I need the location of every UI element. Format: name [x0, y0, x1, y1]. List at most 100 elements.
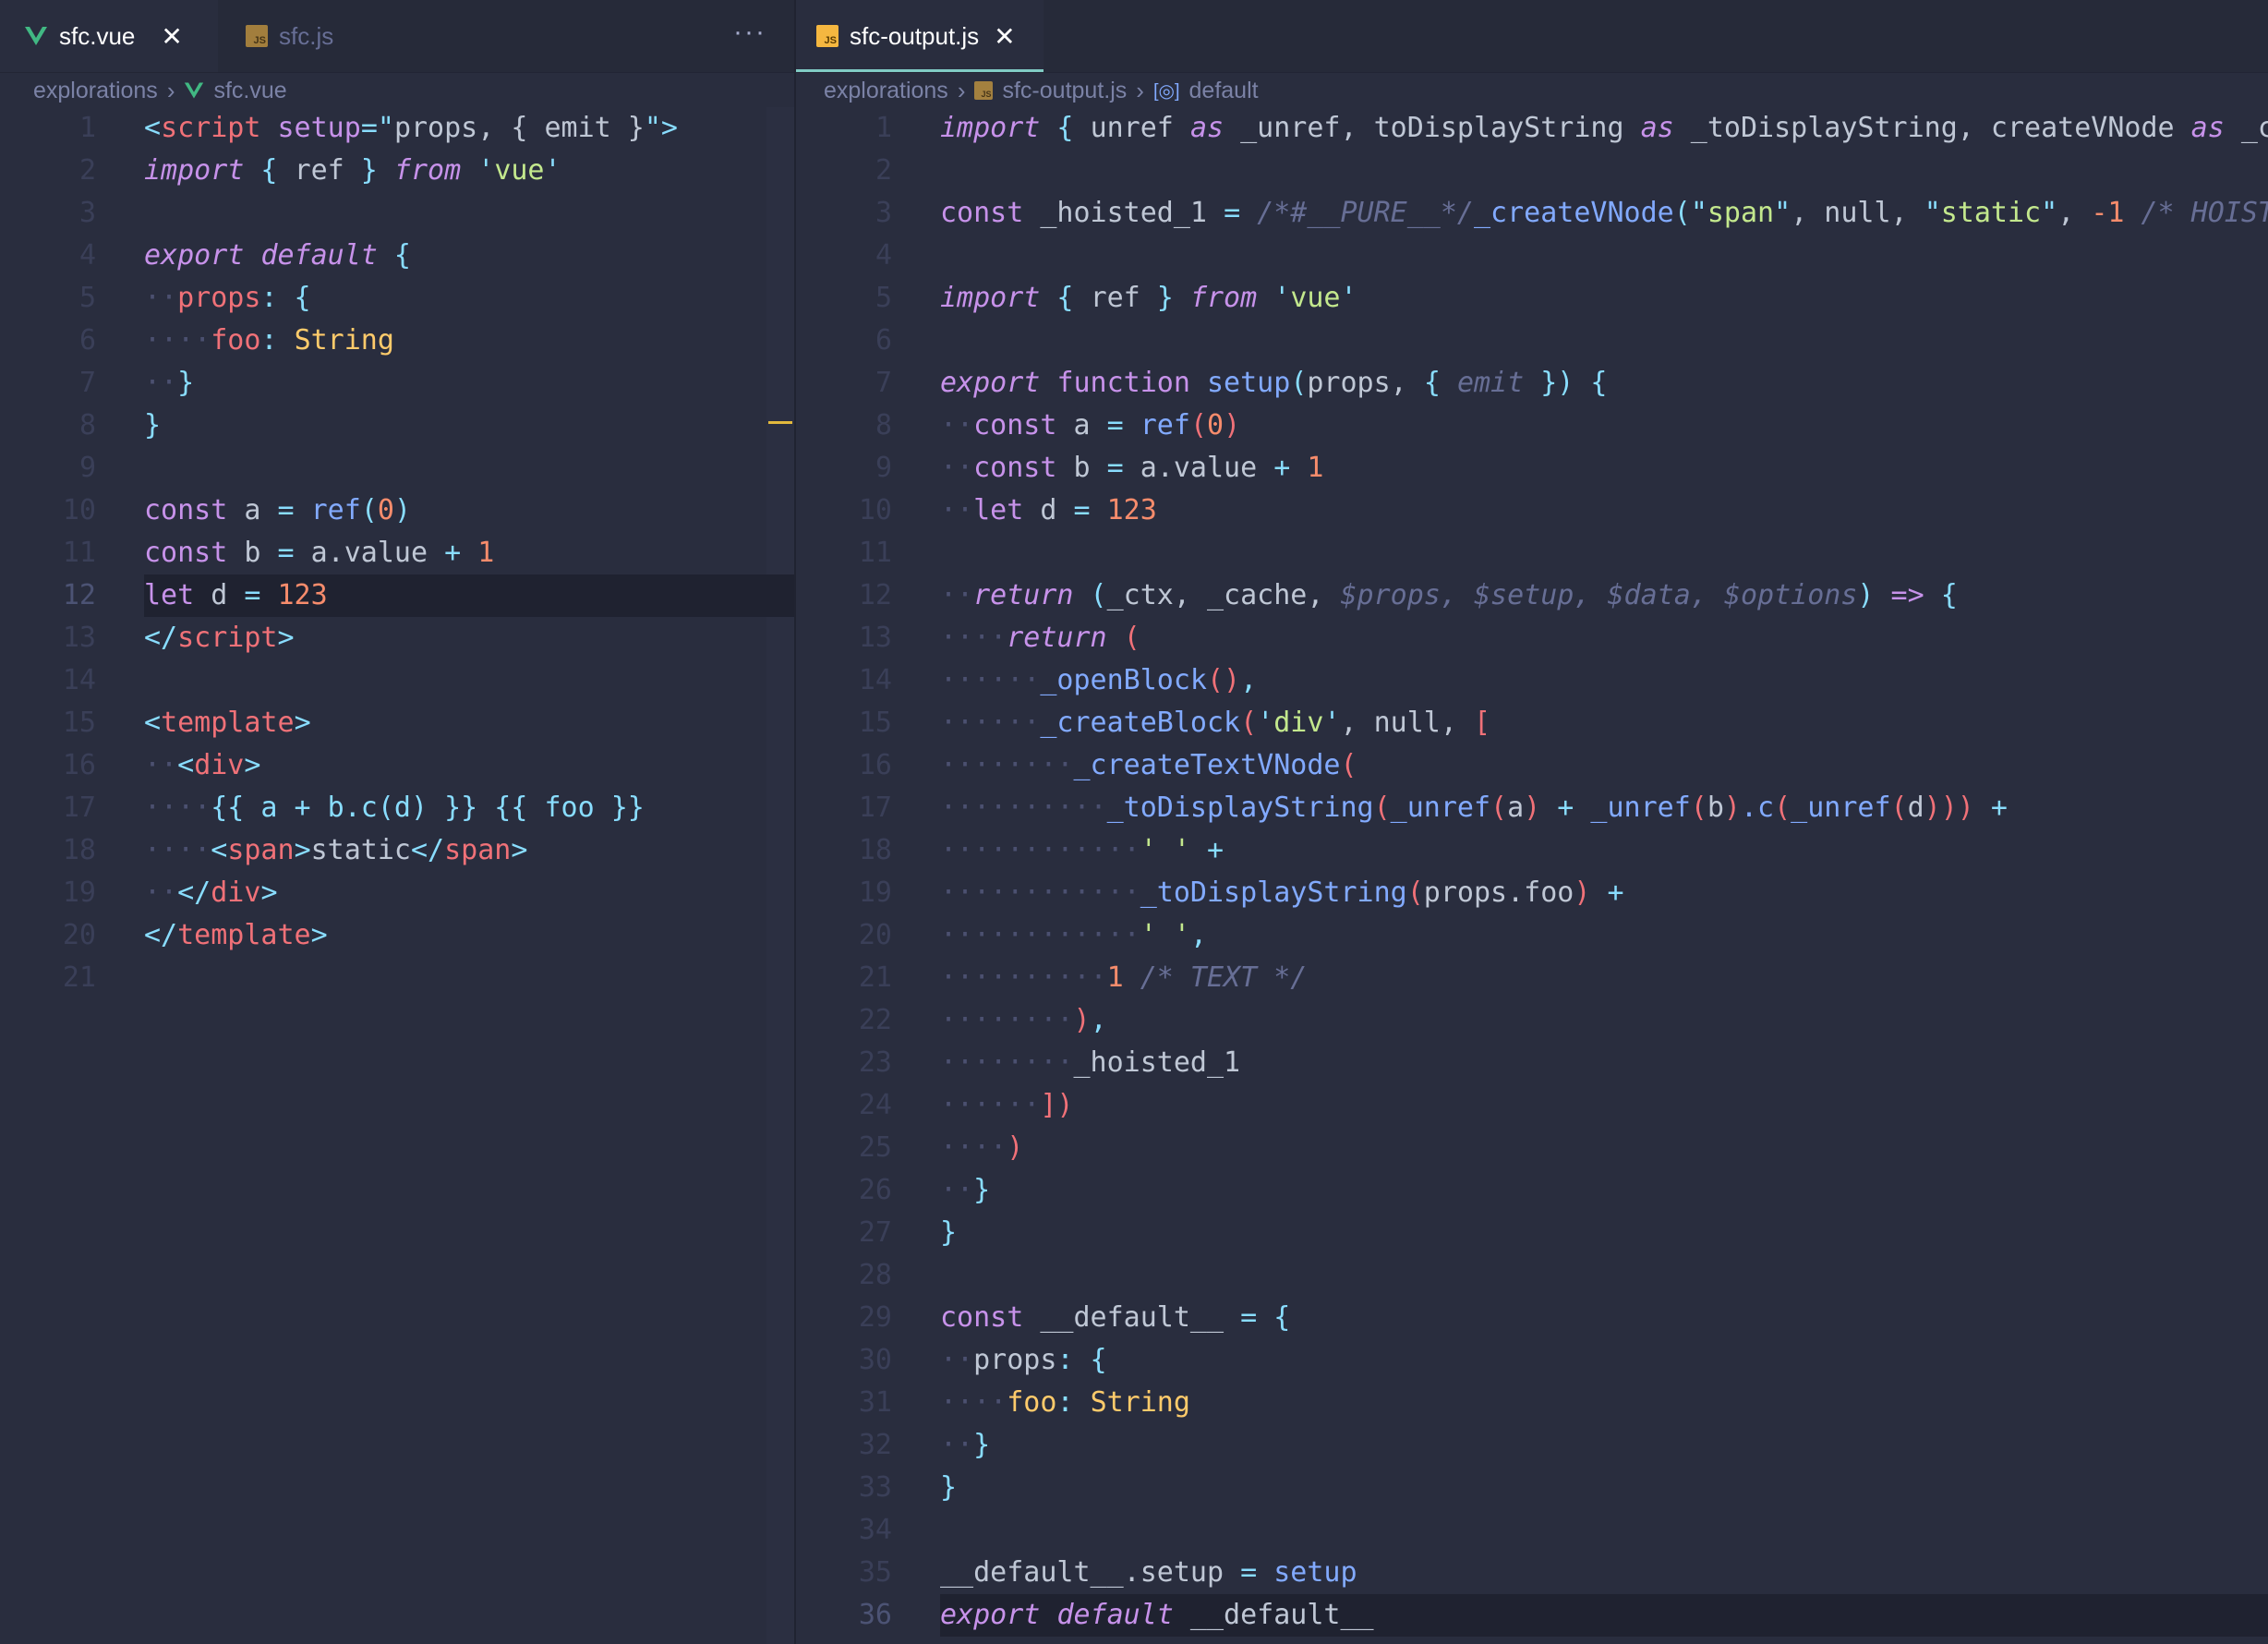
code-line[interactable]: 21 ··········1 /* TEXT */ — [796, 957, 2268, 999]
code-line[interactable]: 8} — [0, 405, 794, 447]
code-line[interactable]: 19 ··</div> — [0, 872, 794, 914]
line-number: 7 — [875, 367, 892, 399]
line-content: ··} — [940, 1169, 990, 1212]
code-line[interactable]: 6 ····foo: String — [0, 320, 794, 362]
code-line[interactable]: 36 export default __default__ — [796, 1594, 2268, 1637]
code-line[interactable]: 10 ··let d = 123 — [796, 490, 2268, 532]
tab-sfc-output-js[interactable]: JS sfc-output.js ✕ — [796, 0, 1044, 72]
tab-sfc-vue[interactable]: sfc.vue ✕ — [0, 0, 218, 72]
line-content: export function setup(props, { emit }) { — [940, 362, 1608, 405]
line-content: ······_createBlock('div', null, [ — [940, 702, 1490, 744]
code-token: export — [144, 239, 245, 272]
code-line[interactable]: 20 </template> — [0, 914, 794, 957]
code-line[interactable]: 14 ······_openBlock(), — [796, 659, 2268, 702]
code-line[interactable]: 8 ··const a = ref(0) — [796, 405, 2268, 447]
code-token: { — [1257, 1301, 1291, 1334]
code-editor-left[interactable]: 1 <script setup="props, { emit }"> 2 import… — [0, 107, 794, 999]
code-line[interactable]: 12 ··return (_ctx, _cache, $props, $setup… — [796, 574, 2268, 617]
code-line[interactable]: 2 — [796, 150, 2268, 192]
code-line[interactable]: 25 ····) — [796, 1127, 2268, 1169]
code-line[interactable]: 4 — [796, 235, 2268, 277]
breadcrumb-item[interactable]: explorations — [824, 78, 948, 104]
chevron-right-icon: › — [166, 76, 175, 104]
line-number: 16 — [858, 749, 892, 781]
code-token: ·· — [940, 494, 974, 526]
code-line[interactable]: 3 — [0, 192, 794, 235]
breadcrumb-item[interactable]: sfc-output.js — [1002, 78, 1127, 104]
code-line[interactable]: 12 let d = 123 — [0, 574, 794, 617]
code-line[interactable]: 9 — [0, 447, 794, 490]
code-line[interactable]: 7 ··} — [0, 362, 794, 405]
code-token: span — [1707, 197, 1775, 229]
code-line[interactable]: 14 — [0, 659, 794, 702]
code-line[interactable]: 1 import { unref as _unref, toDisplayStri… — [796, 107, 2268, 150]
breadcrumb-item[interactable]: explorations — [33, 78, 158, 104]
code-line[interactable]: 23 ········_hoisted_1 — [796, 1042, 2268, 1084]
code-line[interactable]: 24 ······]) — [796, 1084, 2268, 1127]
code-line[interactable]: 1 <script setup="props, { emit }"> — [0, 107, 794, 150]
code-line[interactable]: 27} — [796, 1212, 2268, 1254]
code-line[interactable]: 22 ········), — [796, 999, 2268, 1042]
code-line[interactable]: 35 __default__.setup = setup — [796, 1552, 2268, 1594]
code-line[interactable]: 17 ····{{ a + b.c(d) }} {{ foo }} — [0, 787, 794, 829]
breadcrumb-item[interactable]: default — [1189, 78, 1259, 104]
code-line[interactable]: 20 ············' ', — [796, 914, 2268, 957]
code-line[interactable]: 15 <template> — [0, 702, 794, 744]
code-line[interactable]: 7 export function setup(props, { emit }) … — [796, 362, 2268, 405]
code-token: div — [1273, 707, 1324, 739]
code-line[interactable]: 18 ············' ' + — [796, 829, 2268, 872]
code-line[interactable]: 9 ··const b = a.value + 1 — [796, 447, 2268, 490]
code-token: ( — [1123, 622, 1140, 654]
chevron-right-icon: › — [957, 76, 966, 104]
close-icon[interactable]: ✕ — [161, 21, 182, 52]
code-line[interactable]: 11 const b = a.value + 1 — [0, 532, 794, 574]
code-token: > — [294, 834, 311, 866]
code-line[interactable]: 11 — [796, 532, 2268, 574]
code-line[interactable]: 5 ··props: { — [0, 277, 794, 320]
code-line[interactable]: 6 — [796, 320, 2268, 362]
code-line[interactable]: 10 const a = ref(0) — [0, 490, 794, 532]
code-line[interactable]: 18 ····<span>static</span> — [0, 829, 794, 872]
code-line[interactable]: 13 </script> — [0, 617, 794, 659]
code-line[interactable]: 3 const _hoisted_1 = /*#__PURE__*/_create… — [796, 192, 2268, 235]
code-line[interactable]: 29 const __default__ = { — [796, 1297, 2268, 1339]
code-line[interactable]: 33} — [796, 1467, 2268, 1509]
line-number: 20 — [858, 919, 892, 951]
code-line[interactable]: 19 ············_toDisplayString(props.foo… — [796, 872, 2268, 914]
code-token: _toDisplayString — [1106, 792, 1374, 824]
line-number: 6 — [78, 324, 96, 357]
code-token: , null, — [1791, 197, 1924, 229]
breadcrumb-item[interactable]: sfc.vue — [213, 78, 286, 104]
line-content: ··props: { — [144, 277, 311, 320]
code-line[interactable]: 21 — [0, 957, 794, 999]
code-line[interactable]: 34 — [796, 1509, 2268, 1552]
line-number: 19 — [858, 876, 892, 909]
code-token: export — [940, 1599, 1041, 1631]
code-line[interactable]: 4 export default { — [0, 235, 794, 277]
code-token: } — [940, 1471, 958, 1504]
code-line[interactable]: 30 ··props: { — [796, 1339, 2268, 1382]
code-token: div — [194, 749, 245, 781]
code-token: let — [144, 579, 195, 611]
code-line[interactable]: 16 ··<div> — [0, 744, 794, 787]
code-line[interactable]: 17 ··········_toDisplayString(_unref(a) +… — [796, 787, 2268, 829]
code-line[interactable]: 31 ····foo: String — [796, 1382, 2268, 1424]
line-content: <template> — [144, 702, 311, 744]
code-line[interactable]: 26 ··} — [796, 1169, 2268, 1212]
code-line[interactable]: 32 ··} — [796, 1424, 2268, 1467]
code-token: props — [177, 282, 261, 314]
code-line[interactable]: 15 ······_createBlock('div', null, [ — [796, 702, 2268, 744]
code-line[interactable]: 2 import { ref } from 'vue' — [0, 150, 794, 192]
close-icon[interactable]: ✕ — [994, 21, 1015, 52]
tab-sfc-js[interactable]: JS sfc.js — [246, 0, 333, 72]
code-line[interactable]: 13 ····return ( — [796, 617, 2268, 659]
code-editor-right[interactable]: 1 import { unref as _unref, toDisplayStri… — [796, 107, 2268, 1637]
line-number: 17 — [62, 792, 96, 824]
code-line[interactable]: 16 ········_createTextVNode( — [796, 744, 2268, 787]
more-actions-icon[interactable]: ··· — [733, 17, 766, 48]
code-line[interactable]: 5 import { ref } from 'vue' — [796, 277, 2268, 320]
tab-label: sfc.js — [279, 21, 334, 50]
code-line[interactable]: 28 — [796, 1254, 2268, 1297]
code-token: ···· — [144, 792, 211, 824]
